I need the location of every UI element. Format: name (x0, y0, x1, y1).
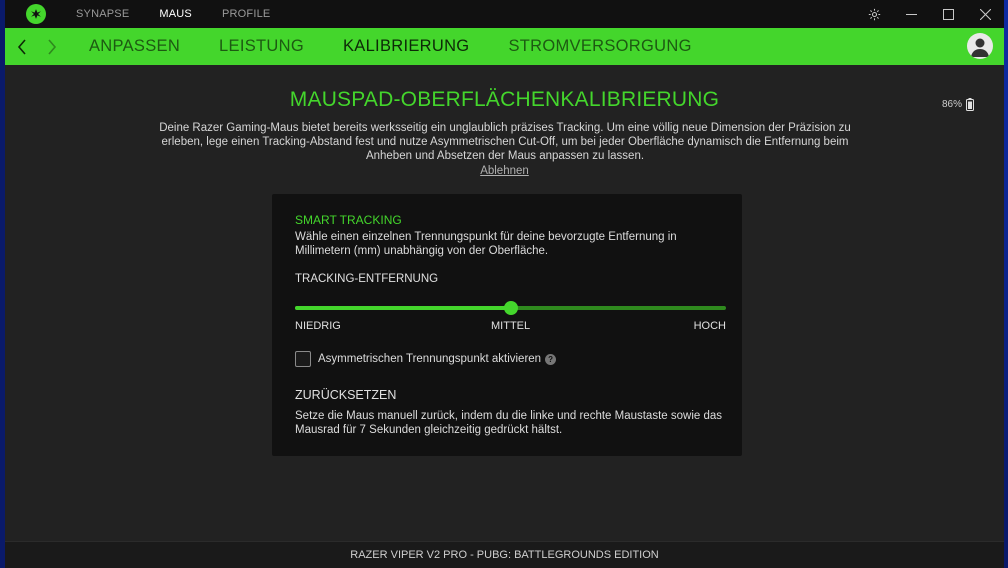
top-tabs: SYNAPSE MAUS PROFILE (76, 8, 300, 20)
tab-leistung[interactable]: LEISTUNG (219, 37, 304, 56)
intro-text: Deine Razer Gaming-Maus bietet bereits w… (159, 122, 851, 162)
slider-thumb[interactable] (503, 301, 518, 315)
forward-arrow-icon[interactable] (37, 38, 67, 55)
tab-kalibrierung[interactable]: KALIBRIERUNG (343, 37, 469, 56)
top-tab-profile[interactable]: PROFILE (222, 8, 270, 20)
reset-heading: ZURÜCKSETZEN (295, 388, 397, 402)
asymmetric-option: Asymmetrischen Trennungspunkt aktivieren… (295, 351, 557, 367)
tab-stromversorgung[interactable]: STROMVERSORGUNG (508, 37, 691, 56)
close-icon[interactable] (967, 0, 1004, 28)
tracking-distance-label: TRACKING-ENTFERNUNG (295, 273, 439, 285)
smart-tracking-heading: SMART TRACKING (295, 213, 402, 227)
user-avatar-icon[interactable] (967, 33, 993, 59)
back-arrow-icon[interactable] (7, 38, 37, 55)
reset-description: Setze die Maus manuell zurück, indem du … (295, 410, 723, 436)
decline-link[interactable]: Ablehnen (5, 165, 1004, 177)
help-icon[interactable]: ? (545, 353, 557, 365)
battery-status: 86% (942, 98, 974, 111)
slider-label-high: HOCH (693, 320, 726, 332)
window-controls (856, 0, 1004, 28)
main-content: MAUSPAD-OBERFLÄCHENKALIBRIERUNG 86% Dein… (5, 65, 1004, 568)
section-nav: ANPASSEN LEISTUNG KALIBRIERUNG STROMVERS… (5, 28, 1004, 65)
top-tab-maus[interactable]: MAUS (159, 8, 192, 20)
battery-icon (966, 98, 974, 111)
title-bar: SYNAPSE MAUS PROFILE (5, 0, 1004, 28)
sub-tabs: ANPASSEN LEISTUNG KALIBRIERUNG STROMVERS… (89, 37, 731, 56)
gear-icon[interactable] (856, 0, 893, 28)
razer-logo-icon[interactable] (26, 4, 46, 24)
synapse-window: SYNAPSE MAUS PROFILE ANPASSEN LEISTUNG K… (5, 0, 1004, 568)
smart-tracking-description: Wähle einen einzelnen Trennungspunkt für… (295, 231, 677, 257)
slider-label-mid: MITTEL (491, 320, 531, 332)
page-title: MAUSPAD-OBERFLÄCHENKALIBRIERUNG (289, 88, 720, 111)
top-tab-synapse[interactable]: SYNAPSE (76, 8, 129, 20)
asymmetric-checkbox-label[interactable]: Asymmetrischen Trennungspunkt aktivieren (318, 353, 541, 365)
maximize-icon[interactable] (930, 0, 967, 28)
tab-anpassen[interactable]: ANPASSEN (89, 37, 180, 56)
slider-fill (295, 306, 511, 310)
slider-label-low: NIEDRIG (295, 320, 341, 332)
battery-percent: 86% (941, 99, 962, 110)
tracking-distance-slider[interactable] (295, 300, 726, 316)
asymmetric-checkbox[interactable] (295, 351, 311, 367)
minimize-icon[interactable] (893, 0, 930, 28)
device-footer: RAZER VIPER V2 PRO - PUBG: BATTLEGROUNDS… (5, 541, 1004, 568)
smart-tracking-card: SMART TRACKING Wähle einen einzelnen Tre… (272, 194, 742, 456)
